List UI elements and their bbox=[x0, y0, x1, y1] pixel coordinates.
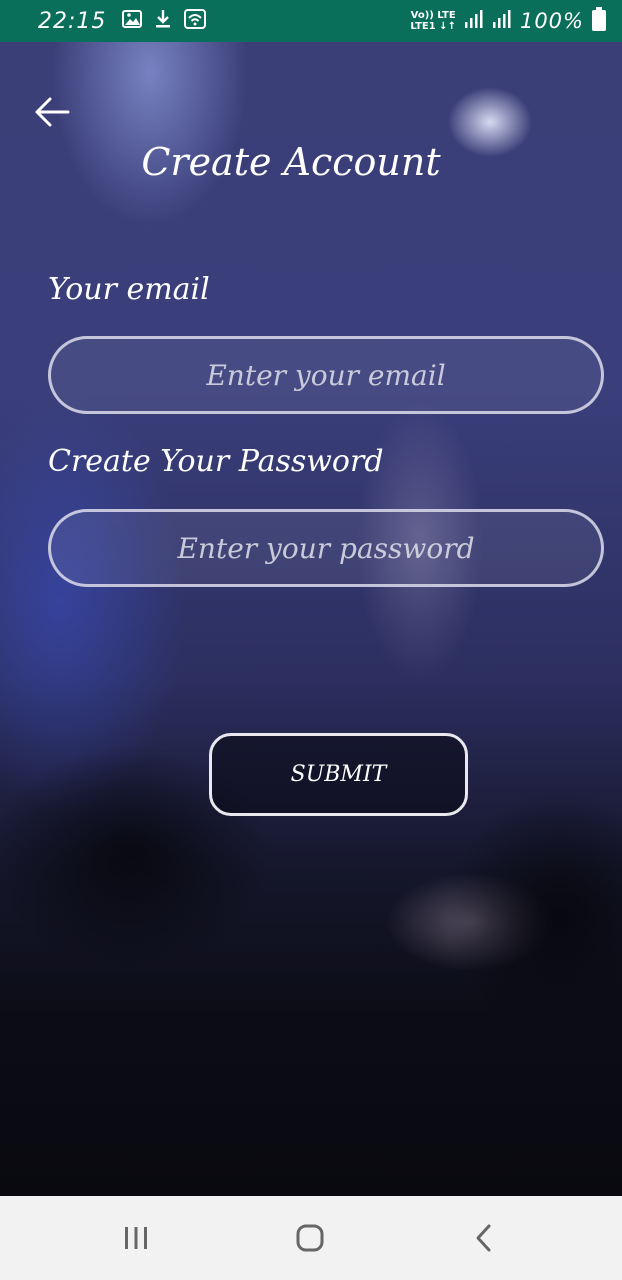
back-button[interactable] bbox=[30, 90, 74, 134]
password-field-container bbox=[48, 509, 604, 587]
background-image bbox=[0, 42, 622, 1196]
recent-apps-button[interactable] bbox=[116, 1220, 156, 1256]
status-bar: 22:15 Vo)) LTE LTE1 ↓↑ 100% bbox=[0, 0, 622, 42]
network-indicator: Vo)) LTE LTE1 ↓↑ bbox=[410, 10, 456, 32]
back-icon bbox=[476, 1224, 491, 1252]
email-field[interactable] bbox=[51, 357, 601, 393]
arrow-left-icon bbox=[35, 97, 70, 127]
navigation-bar bbox=[0, 1196, 622, 1280]
status-system-icons: Vo)) LTE LTE1 ↓↑ 100% bbox=[410, 7, 606, 35]
signal-icon bbox=[492, 9, 512, 33]
network-type-bottom: LTE1 ↓↑ bbox=[410, 21, 456, 32]
password-label: Create Your Password bbox=[48, 444, 384, 479]
submit-button[interactable]: SUBMIT bbox=[209, 733, 468, 816]
system-back-button[interactable] bbox=[464, 1220, 504, 1256]
battery-percentage: 100% bbox=[519, 9, 584, 33]
image-icon bbox=[122, 10, 143, 32]
network-type-top: Vo)) LTE bbox=[410, 10, 456, 21]
battery-icon bbox=[592, 7, 606, 35]
page-title: Create Account bbox=[141, 140, 441, 184]
signal-icon bbox=[464, 9, 484, 33]
password-field[interactable] bbox=[51, 530, 601, 566]
status-notification-icons bbox=[122, 9, 207, 33]
download-icon bbox=[154, 9, 172, 33]
email-label: Your email bbox=[48, 272, 210, 307]
status-time: 22:15 bbox=[38, 8, 107, 34]
wifi-icon bbox=[184, 9, 207, 33]
home-icon bbox=[296, 1224, 324, 1252]
recent-apps-icon bbox=[125, 1227, 147, 1249]
home-button[interactable] bbox=[290, 1220, 330, 1256]
email-field-container bbox=[48, 336, 604, 414]
